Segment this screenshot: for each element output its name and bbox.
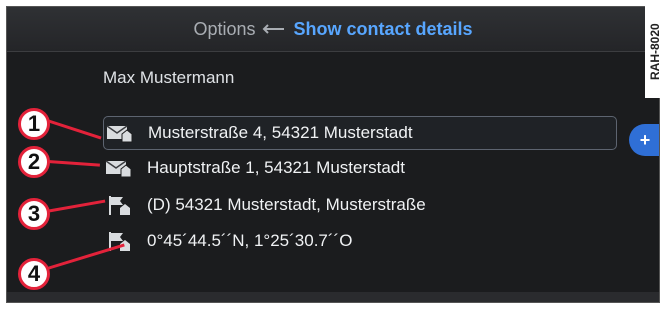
back-arrow-icon[interactable] <box>262 21 288 37</box>
add-button[interactable]: + <box>629 124 659 156</box>
callout-2: 2 <box>18 146 50 178</box>
destination-text: (D) 54321 Musterstadt, Musterstraße <box>147 195 426 214</box>
header-title-group: Options Show contact details <box>7 7 659 51</box>
flag-destination-icon <box>103 194 133 216</box>
list-item-address-2[interactable]: Hauptstraße 1, 54321 Musterstadt <box>103 152 615 184</box>
infotainment-screen: Options Show contact details Max Musterm… <box>6 6 660 303</box>
page-title: Show contact details <box>293 18 473 39</box>
callout-1: 1 <box>18 108 50 140</box>
list-item-destination[interactable]: (D) 54321 Musterstadt, Musterstraße <box>103 189 615 221</box>
reference-code: RAH-8020 <box>645 6 665 98</box>
bottom-bar <box>7 292 659 302</box>
list-item-coordinates[interactable]: 0°45´44.5´´N, 1°25´30.7´´O <box>103 225 615 257</box>
header-bar: Options Show contact details <box>7 7 659 52</box>
contact-name: Max Mustermann <box>103 68 235 87</box>
list-item-address-1[interactable]: Musterstraße 4, 54321 Musterstadt <box>103 116 617 150</box>
options-label[interactable]: Options <box>193 19 255 40</box>
envelope-home-icon <box>104 122 134 144</box>
plus-icon: + <box>639 130 651 150</box>
callout-4: 4 <box>18 258 50 290</box>
address-text: Hauptstraße 1, 54321 Musterstadt <box>147 158 405 177</box>
callout-3: 3 <box>18 198 50 230</box>
coordinates-text: 0°45´44.5´´N, 1°25´30.7´´O <box>147 231 353 250</box>
envelope-home-icon <box>103 157 133 179</box>
address-text: Musterstraße 4, 54321 Musterstadt <box>148 123 413 142</box>
